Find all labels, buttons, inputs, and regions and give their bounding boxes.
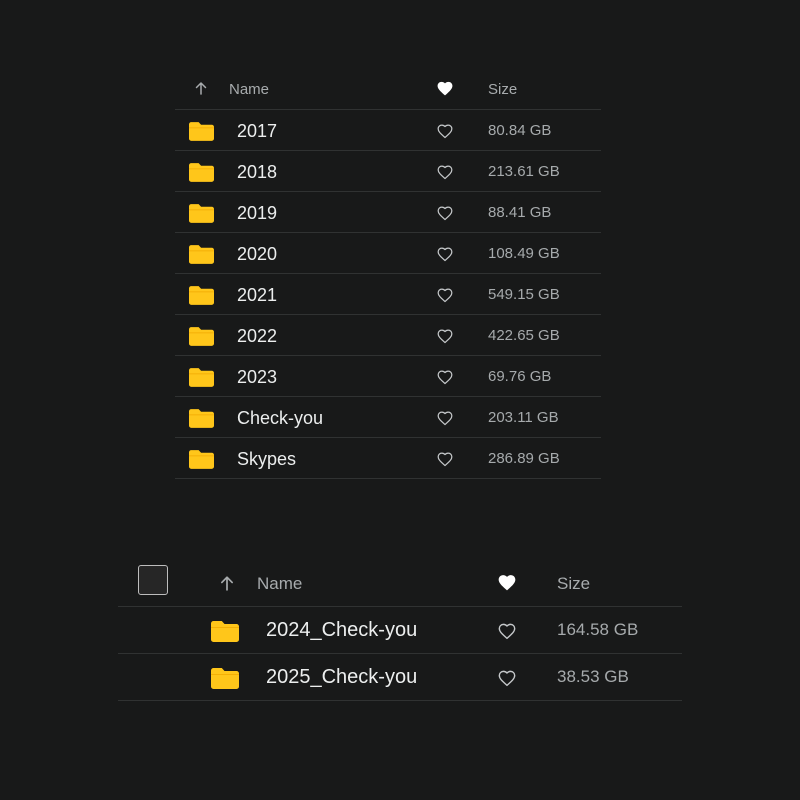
heart-outline-icon[interactable] [436, 164, 454, 180]
folder-name: Skypes [237, 449, 297, 469]
file-rows: 2017 80.84 GB 2018 213.61 GB 2019 88.41 … [175, 109, 601, 479]
heart-outline-icon[interactable] [436, 451, 454, 467]
arrow-up-icon[interactable] [194, 81, 208, 95]
file-row[interactable]: Skypes 286.89 GB [175, 437, 601, 479]
file-list-header: Name Size [118, 558, 682, 606]
folder-icon [189, 203, 214, 223]
arrow-up-icon[interactable] [219, 575, 235, 591]
file-size: 38.53 GB [557, 667, 629, 686]
folder-name: 2025_Check-you [266, 666, 418, 688]
file-size: 203.11 GB [488, 409, 559, 426]
file-row[interactable]: 2024_Check-you 164.58 GB [118, 606, 682, 653]
folder-icon [189, 408, 214, 428]
file-row[interactable]: 2023 69.76 GB [175, 355, 601, 396]
file-row[interactable]: 2022 422.65 GB [175, 314, 601, 355]
file-list-bottom: Name Size 2024_Check-you 164.58 GB 2025_… [118, 558, 682, 701]
column-header-name[interactable]: Name [229, 81, 269, 98]
heart-filled-icon[interactable] [436, 80, 454, 96]
heart-filled-icon[interactable] [497, 573, 517, 591]
folder-icon [189, 244, 214, 264]
heart-outline-icon[interactable] [436, 246, 454, 262]
folder-icon [189, 162, 214, 182]
file-row[interactable]: 2019 88.41 GB [175, 191, 601, 232]
folder-name: 2019 [237, 203, 278, 223]
folder-icon [211, 620, 239, 642]
heart-outline-icon[interactable] [436, 410, 454, 426]
file-size: 422.65 GB [488, 327, 560, 344]
folder-name: 2022 [237, 326, 278, 346]
folder-name: 2021 [237, 285, 278, 305]
folder-icon [211, 667, 239, 689]
heart-outline-icon[interactable] [497, 669, 517, 687]
folder-name: 2017 [237, 121, 278, 141]
file-row[interactable]: Check-you 203.11 GB [175, 396, 601, 437]
folder-name: Check-you [237, 408, 324, 428]
folder-name: 2020 [237, 244, 278, 264]
folder-name: 2024_Check-you [266, 619, 418, 641]
folder-icon [189, 367, 214, 387]
heart-outline-icon[interactable] [436, 287, 454, 303]
file-list-top: Name Size 2017 80.84 GB 2018 213.61 GB 2… [175, 68, 601, 479]
file-size: 213.61 GB [488, 163, 560, 180]
folder-name: 2023 [237, 367, 278, 387]
heart-outline-icon[interactable] [497, 622, 517, 640]
file-list-header: Name Size [175, 68, 601, 109]
file-rows: 2024_Check-you 164.58 GB 2025_Check-you … [118, 606, 682, 701]
file-size: 164.58 GB [557, 620, 639, 639]
folder-icon [189, 285, 214, 305]
file-row[interactable]: 2021 549.15 GB [175, 273, 601, 314]
file-size: 286.89 GB [488, 450, 560, 467]
column-header-size[interactable]: Size [488, 81, 517, 98]
file-size: 80.84 GB [488, 122, 552, 139]
file-size: 549.15 GB [488, 286, 560, 303]
file-size: 69.76 GB [488, 368, 552, 385]
select-all-checkbox[interactable] [138, 565, 168, 595]
heart-outline-icon[interactable] [436, 123, 454, 139]
folder-icon [189, 121, 214, 141]
folder-icon [189, 326, 214, 346]
heart-outline-icon[interactable] [436, 369, 454, 385]
file-row[interactable]: 2020 108.49 GB [175, 232, 601, 273]
file-size: 108.49 GB [488, 245, 560, 262]
file-row[interactable]: 2017 80.84 GB [175, 109, 601, 150]
file-size: 88.41 GB [488, 204, 552, 221]
folder-icon [189, 449, 214, 469]
column-header-name[interactable]: Name [257, 574, 302, 594]
heart-outline-icon[interactable] [436, 205, 454, 221]
folder-name: 2018 [237, 162, 278, 182]
heart-outline-icon[interactable] [436, 328, 454, 344]
column-header-size[interactable]: Size [557, 574, 590, 594]
file-row[interactable]: 2025_Check-you 38.53 GB [118, 653, 682, 701]
file-row[interactable]: 2018 213.61 GB [175, 150, 601, 191]
